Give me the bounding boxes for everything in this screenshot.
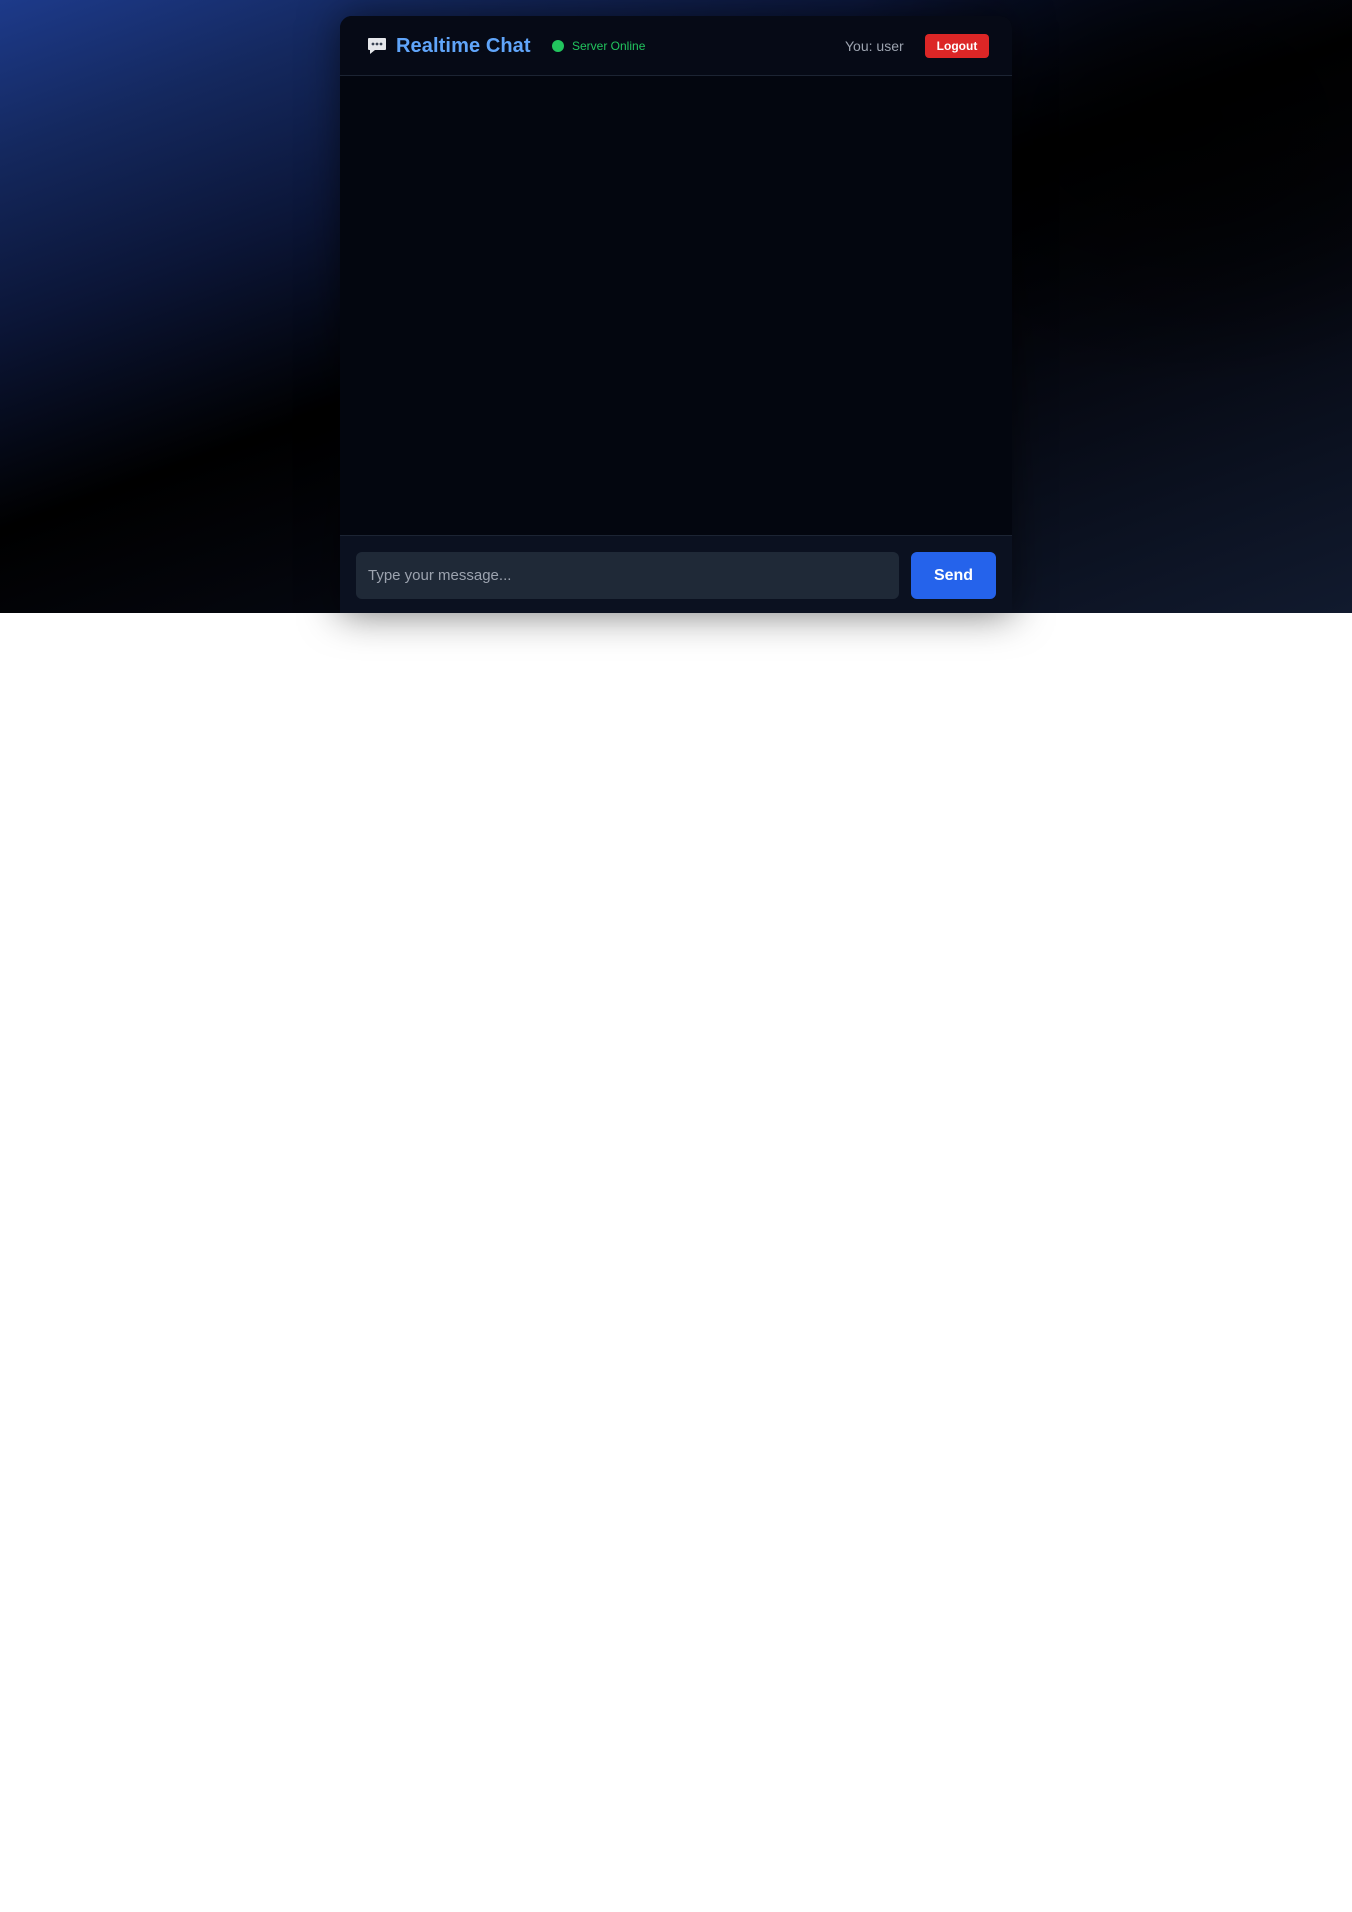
app-title: Realtime Chat <box>396 34 531 57</box>
current-user-label: You: user <box>845 38 904 54</box>
logout-button[interactable]: Logout <box>925 34 989 58</box>
chat-bubble-icon <box>366 35 388 57</box>
message-composer: Send <box>340 535 1012 613</box>
status-text: Server Online <box>572 39 646 53</box>
message-list[interactable] <box>340 76 1012 535</box>
chat-window: Realtime Chat Server Online You: user Lo… <box>340 16 1012 613</box>
message-input[interactable] <box>356 552 899 599</box>
status-dot-icon <box>552 40 564 52</box>
send-button[interactable]: Send <box>911 552 996 599</box>
brand: Realtime Chat <box>366 16 531 76</box>
server-status: Server Online <box>552 16 645 76</box>
chat-header: Realtime Chat Server Online You: user Lo… <box>340 16 1012 76</box>
